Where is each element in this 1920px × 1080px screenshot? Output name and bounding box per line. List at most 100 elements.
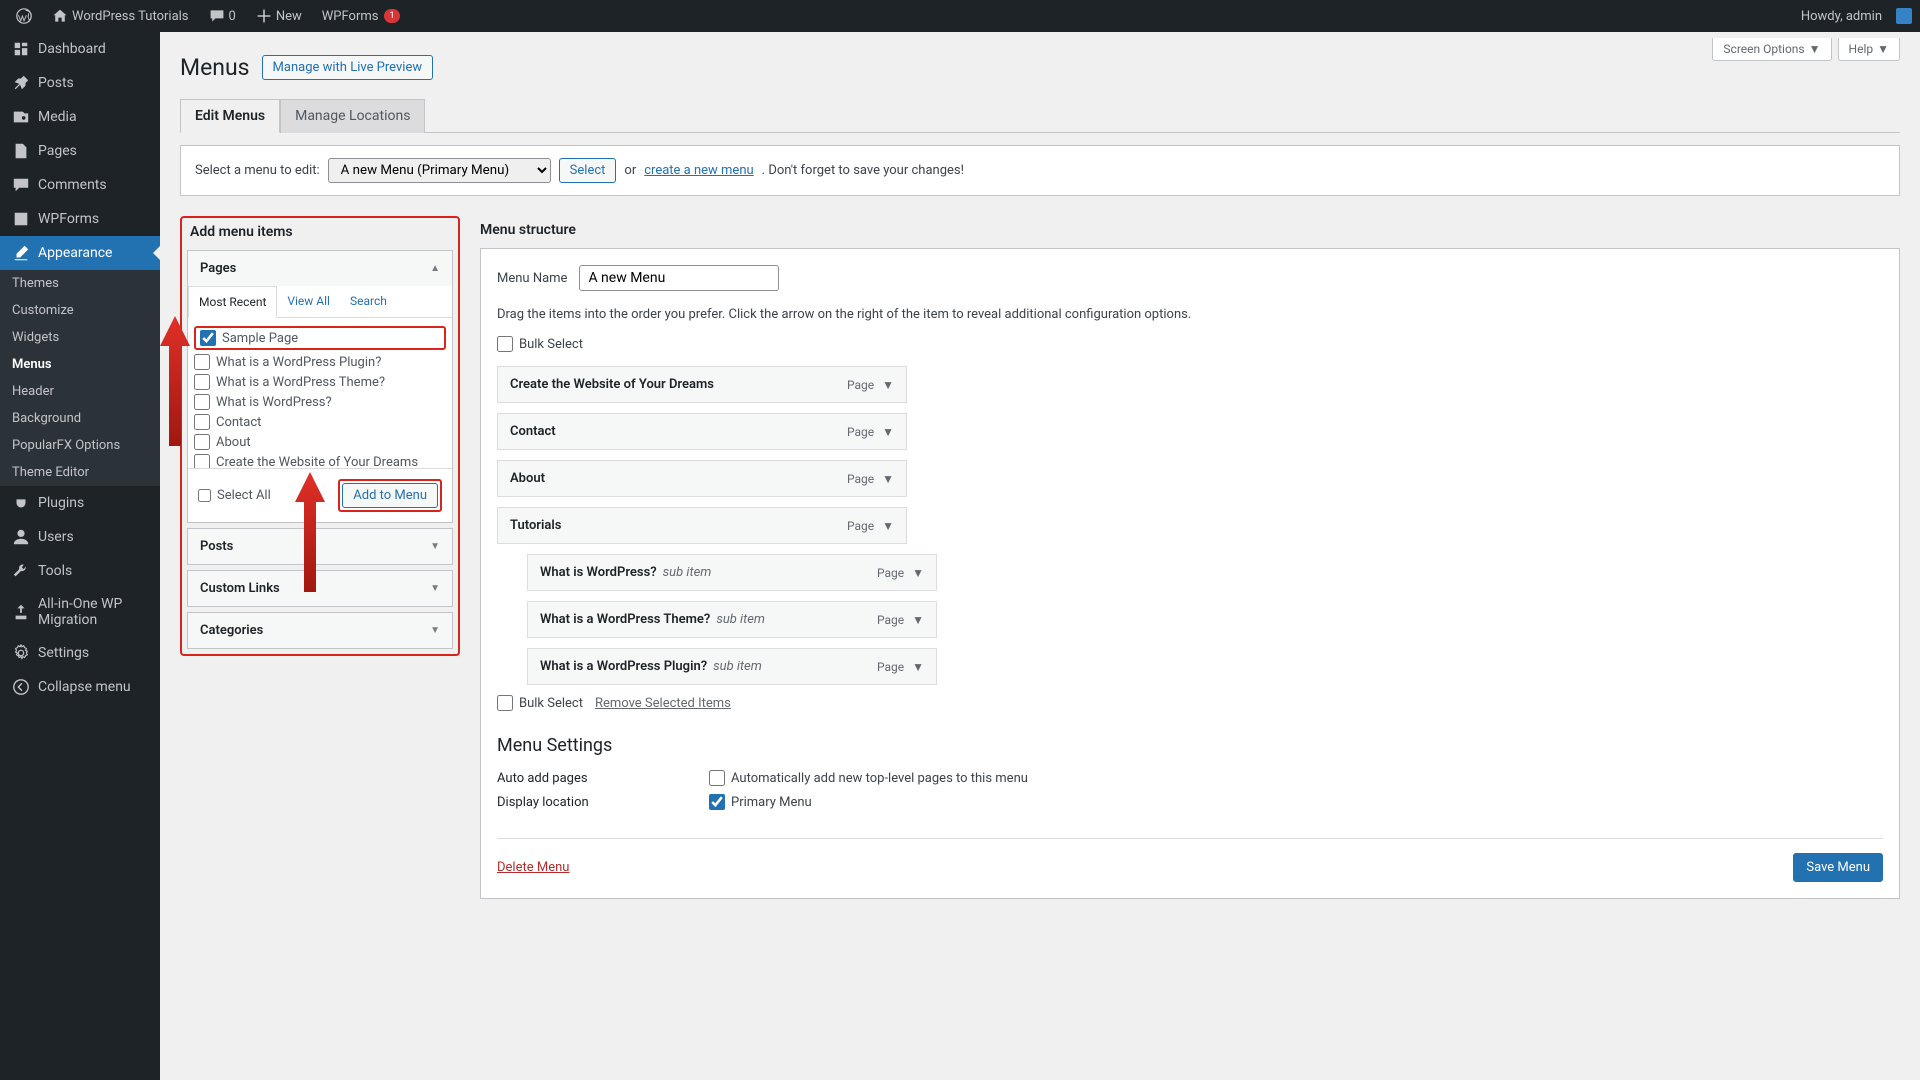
sidebar-label: Appearance: [38, 245, 112, 261]
page-checkbox-item[interactable]: About: [194, 432, 446, 452]
new-content-link[interactable]: New: [248, 8, 310, 24]
accordion-pages[interactable]: Pages▲: [188, 251, 452, 286]
save-menu-button[interactable]: Save Menu: [1793, 853, 1883, 882]
item-type-label: Page: [877, 613, 904, 627]
page-checkbox-item[interactable]: What is a WordPress Plugin?: [194, 352, 446, 372]
sidebar-item-comments[interactable]: Comments: [0, 168, 160, 202]
sidebar-item-tools[interactable]: Tools: [0, 554, 160, 588]
page-checkbox-item[interactable]: What is WordPress?: [194, 392, 446, 412]
submenu-popularfx-options[interactable]: PopularFX Options: [0, 432, 160, 459]
caret-down-icon[interactable]: ▼: [912, 660, 924, 674]
page-checkbox-item[interactable]: Create the Website of Your Dreams: [194, 452, 446, 468]
bulk-select-top[interactable]: Bulk Select: [497, 336, 583, 352]
remove-selected-link[interactable]: Remove Selected Items: [595, 696, 731, 711]
sidebar-item-plugins[interactable]: Plugins: [0, 486, 160, 520]
site-title-link[interactable]: WordPress Tutorials: [44, 8, 197, 24]
wp-logo-icon[interactable]: [8, 8, 40, 24]
plug-icon: [12, 494, 30, 512]
submenu-customize[interactable]: Customize: [0, 297, 160, 324]
caret-down-icon[interactable]: ▼: [912, 613, 924, 627]
tab-manage-locations[interactable]: Manage Locations: [280, 99, 425, 133]
menu-item-handle[interactable]: What is a WordPress Plugin?sub itemPage▼: [527, 648, 937, 685]
page-title: Menus: [180, 54, 250, 81]
select-all-checkbox[interactable]: Select All: [198, 488, 271, 503]
item-type-label: Page: [877, 566, 904, 580]
submenu-theme-editor[interactable]: Theme Editor: [0, 459, 160, 486]
sidebar-item-pages[interactable]: Pages: [0, 134, 160, 168]
sidebar-item-collapse-menu[interactable]: Collapse menu: [0, 670, 160, 704]
sidebar-label: Comments: [38, 177, 107, 193]
caret-down-icon[interactable]: ▼: [882, 472, 894, 486]
sidebar-label: WPForms: [38, 211, 99, 227]
menu-item-handle[interactable]: What is a WordPress Theme?sub itemPage▼: [527, 601, 937, 638]
bulk-select-bottom[interactable]: Bulk Select: [497, 695, 583, 711]
submenu-widgets[interactable]: Widgets: [0, 324, 160, 351]
help-button[interactable]: Help ▼: [1838, 38, 1900, 61]
sidebar-label: Settings: [38, 645, 89, 661]
caret-down-icon: ▼: [430, 625, 440, 636]
caret-down-icon[interactable]: ▼: [882, 425, 894, 439]
wpforms-badge: 1: [384, 9, 399, 23]
dashboard-icon: [12, 40, 30, 58]
brush-icon: [12, 244, 30, 262]
accordion-categories[interactable]: Categories▼: [188, 613, 452, 648]
submenu-menus[interactable]: Menus: [0, 351, 160, 378]
tab-most-recent[interactable]: Most Recent: [188, 286, 277, 318]
page-checkbox-item[interactable]: Contact: [194, 412, 446, 432]
submenu-header[interactable]: Header: [0, 378, 160, 405]
submenu-themes[interactable]: Themes: [0, 270, 160, 297]
sidebar-item-appearance[interactable]: Appearance: [0, 236, 160, 270]
auto-add-label: Auto add pages: [497, 771, 697, 786]
page-checkbox-item[interactable]: Sample Page: [194, 326, 446, 350]
accordion-custom-links[interactable]: Custom Links▼: [188, 571, 452, 606]
sidebar-item-settings[interactable]: Settings: [0, 636, 160, 670]
caret-down-icon[interactable]: ▼: [882, 378, 894, 392]
select-button[interactable]: Select: [559, 158, 617, 183]
sidebar-item-media[interactable]: Media: [0, 100, 160, 134]
primary-menu-checkbox[interactable]: Primary Menu: [709, 794, 812, 810]
sidebar-item-posts[interactable]: Posts: [0, 66, 160, 100]
menu-selector-row: Select a menu to edit: A new Menu (Prima…: [180, 145, 1900, 196]
sidebar-item-wpforms[interactable]: WPForms: [0, 202, 160, 236]
comment-icon: [12, 176, 30, 194]
caret-down-icon[interactable]: ▼: [882, 519, 894, 533]
sidebar-item-all-in-one-wp-migration[interactable]: All-in-One WP Migration: [0, 588, 160, 636]
menu-item-handle[interactable]: Create the Website of Your DreamsPage▼: [497, 366, 907, 403]
caret-down-icon[interactable]: ▼: [912, 566, 924, 580]
submenu-background[interactable]: Background: [0, 405, 160, 432]
page-checkbox-item[interactable]: What is a WordPress Theme?: [194, 372, 446, 392]
howdy-link[interactable]: Howdy, admin: [1793, 9, 1890, 24]
caret-down-icon: ▼: [1809, 42, 1821, 56]
tab-edit-menus[interactable]: Edit Menus: [180, 99, 280, 133]
admin-sidebar: Dashboard PostsMediaPages Comments WPForms A…: [0, 32, 160, 1080]
sidebar-item-users[interactable]: Users: [0, 520, 160, 554]
wpforms-link[interactable]: WPForms1: [314, 9, 408, 24]
menu-item-handle[interactable]: AboutPage▼: [497, 460, 907, 497]
auto-add-checkbox[interactable]: Automatically add new top-level pages to…: [709, 770, 1028, 786]
drag-hint: Drag the items into the order you prefer…: [497, 307, 1883, 322]
screen-options-button[interactable]: Screen Options ▼: [1712, 38, 1831, 61]
tab-view-all[interactable]: View All: [277, 286, 340, 317]
menu-select[interactable]: A new Menu (Primary Menu): [328, 158, 551, 183]
item-type-label: Page: [847, 425, 874, 439]
media-icon: [12, 108, 30, 126]
wrench-icon: [12, 562, 30, 580]
caret-down-icon: ▼: [430, 583, 440, 594]
create-menu-link[interactable]: create a new menu: [644, 163, 753, 178]
delete-menu-link[interactable]: Delete Menu: [497, 860, 569, 875]
structure-heading: Menu structure: [480, 216, 1900, 248]
pin-icon: [12, 74, 30, 92]
tab-search[interactable]: Search: [340, 286, 397, 317]
menu-name-input[interactable]: [579, 265, 779, 291]
accordion-posts[interactable]: Posts▼: [188, 529, 452, 564]
menu-item-handle[interactable]: TutorialsPage▼: [497, 507, 907, 544]
sidebar-label: Plugins: [38, 495, 84, 511]
comments-link[interactable]: 0: [201, 8, 244, 24]
menu-item-handle[interactable]: ContactPage▼: [497, 413, 907, 450]
sidebar-label: Dashboard: [38, 41, 106, 57]
avatar[interactable]: [1896, 8, 1912, 24]
live-preview-button[interactable]: Manage with Live Preview: [262, 55, 434, 80]
menu-item-handle[interactable]: What is WordPress?sub itemPage▼: [527, 554, 937, 591]
sidebar-item-dashboard[interactable]: Dashboard: [0, 32, 160, 66]
add-to-menu-button[interactable]: Add to Menu: [342, 483, 438, 508]
